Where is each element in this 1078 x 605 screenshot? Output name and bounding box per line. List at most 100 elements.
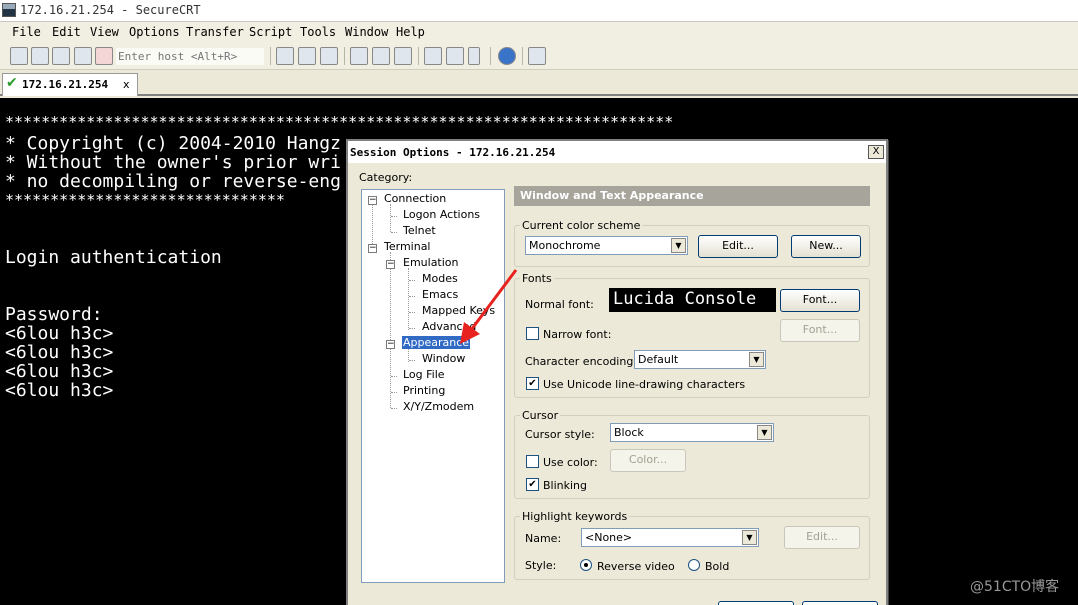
key-icon[interactable] — [468, 47, 480, 65]
normal-font-preview: Lucida Console — [609, 288, 776, 312]
blinking-label: Blinking — [543, 479, 588, 492]
color-scheme-select[interactable]: Monochrome ▼ — [525, 236, 688, 255]
terminal-line: <6lou h3c> — [5, 323, 114, 344]
session-options-icon[interactable] — [424, 47, 442, 65]
tree-item-connection[interactable]: Connection — [384, 192, 446, 205]
terminal-line: Password: — [5, 304, 103, 325]
menu-file[interactable]: File — [12, 25, 41, 39]
tree-item-printing[interactable]: Printing — [403, 384, 445, 397]
enter-host-input[interactable] — [116, 48, 264, 65]
encoding-select[interactable]: Default ▼ — [634, 350, 766, 369]
tree-item-window[interactable]: Window — [422, 352, 465, 365]
menu-transfer[interactable]: Transfer — [186, 25, 244, 39]
cursor-color-button[interactable]: Color... — [610, 449, 686, 472]
collapse-icon[interactable]: − — [386, 260, 395, 269]
global-options-icon[interactable] — [446, 47, 464, 65]
terminal-line: <6lou h3c> — [5, 342, 114, 363]
toolbar — [0, 42, 1078, 70]
ok-button[interactable] — [718, 601, 794, 605]
session-tab-strip: ✔ 172.16.21.254 x — [0, 70, 1078, 96]
dropdown-arrow-icon: ▼ — [749, 352, 764, 367]
session-tab[interactable]: ✔ 172.16.21.254 x — [2, 73, 138, 96]
tree-item-xyzmodem[interactable]: X/Y/Zmodem — [403, 400, 474, 413]
edit-scheme-button[interactable]: Edit... — [698, 235, 778, 258]
reconnect-icon[interactable] — [74, 47, 92, 65]
menu-bar: File Edit View Options Transfer Script T… — [0, 22, 1078, 42]
dropdown-arrow-icon: ▼ — [742, 530, 757, 545]
highlight-name-value: <None> — [585, 531, 633, 544]
category-tree[interactable]: − Connection Logon Actions Telnet − Term… — [361, 189, 505, 583]
print-icon[interactable] — [350, 47, 368, 65]
tree-connector — [409, 312, 415, 313]
collapse-icon[interactable]: − — [368, 244, 377, 253]
menu-options[interactable]: Options — [129, 25, 180, 39]
tree-connector — [391, 376, 397, 377]
tree-item-logon-actions[interactable]: Logon Actions — [403, 208, 480, 221]
menu-script[interactable]: Script — [249, 25, 292, 39]
tree-connector — [391, 392, 397, 393]
cursor-style-value: Block — [614, 426, 644, 439]
use-color-checkbox[interactable] — [526, 455, 539, 468]
tree-connector — [391, 232, 397, 233]
terminal-line: * Without the owner's prior wri — [5, 152, 341, 173]
terminal-line: ******************************* — [5, 191, 285, 209]
reverse-video-label: Reverse video — [597, 560, 675, 573]
new-scheme-button[interactable]: New... — [791, 235, 861, 258]
tree-connector — [390, 252, 391, 408]
tree-item-log-file[interactable]: Log File — [403, 368, 445, 381]
sftp-icon[interactable] — [528, 47, 546, 65]
group-title: Cursor — [520, 409, 561, 422]
blinking-checkbox[interactable]: ✔ — [526, 478, 539, 491]
tree-connector — [409, 328, 415, 329]
copy-icon[interactable] — [276, 47, 294, 65]
find-icon[interactable] — [320, 47, 338, 65]
collapse-icon[interactable]: − — [386, 340, 395, 349]
menu-tools[interactable]: Tools — [300, 25, 336, 39]
toolbar-separator — [418, 47, 419, 65]
tab-close-icon[interactable]: x — [123, 78, 130, 91]
category-label: Category: — [359, 171, 413, 184]
tree-item-telnet[interactable]: Telnet — [403, 224, 436, 237]
paste-icon[interactable] — [298, 47, 316, 65]
bold-label: Bold — [705, 560, 730, 573]
collapse-icon[interactable]: − — [368, 196, 377, 205]
menu-edit[interactable]: Edit — [52, 25, 81, 39]
connected-check-icon: ✔ — [6, 75, 18, 91]
narrow-font-label: Narrow font: — [543, 328, 612, 341]
session-tab-label: 172.16.21.254 — [22, 78, 109, 91]
group-title: Current color scheme — [520, 219, 643, 232]
terminal-line: Login authentication — [5, 247, 222, 268]
encoding-value: Default — [638, 353, 679, 366]
highlight-edit-button[interactable]: Edit... — [784, 526, 860, 549]
help-icon[interactable] — [498, 47, 516, 65]
reverse-video-radio[interactable] — [580, 559, 592, 571]
menu-window[interactable]: Window — [345, 25, 388, 39]
watermark: @51CTO博客 — [970, 579, 1060, 595]
connect-icon[interactable] — [10, 47, 28, 65]
cancel-button[interactable] — [802, 601, 878, 605]
panel-title: Window and Text Appearance — [514, 186, 870, 206]
encoding-label: Character encoding: — [525, 355, 638, 368]
bold-radio[interactable] — [688, 559, 700, 571]
disconnect-icon[interactable] — [95, 47, 113, 65]
dialog-title: Session Options - 172.16.21.254 — [350, 146, 556, 159]
highlight-name-select[interactable]: <None> ▼ — [581, 528, 759, 547]
terminal-line: * Copyright (c) 2004-2010 Hangz — [5, 133, 341, 154]
unicode-line-drawing-checkbox[interactable]: ✔ — [526, 377, 539, 390]
print-setup-icon[interactable] — [394, 47, 412, 65]
tree-item-terminal[interactable]: Terminal — [384, 240, 431, 253]
tree-connector — [390, 204, 391, 232]
menu-help[interactable]: Help — [396, 25, 425, 39]
narrow-font-button[interactable]: Font... — [780, 319, 860, 342]
print-selection-icon[interactable] — [372, 47, 390, 65]
cursor-style-select[interactable]: Block ▼ — [610, 423, 774, 442]
toolbar-separator — [522, 47, 523, 65]
quick-connect-icon[interactable] — [31, 47, 49, 65]
menu-view[interactable]: View — [90, 25, 119, 39]
annotation-arrow-icon — [460, 269, 518, 344]
connect-in-tab-icon[interactable] — [52, 47, 70, 65]
securecrt-app-icon — [2, 3, 16, 17]
dropdown-arrow-icon: ▼ — [757, 425, 772, 440]
dialog-close-button[interactable]: X — [868, 145, 884, 159]
normal-font-button[interactable]: Font... — [780, 289, 860, 312]
